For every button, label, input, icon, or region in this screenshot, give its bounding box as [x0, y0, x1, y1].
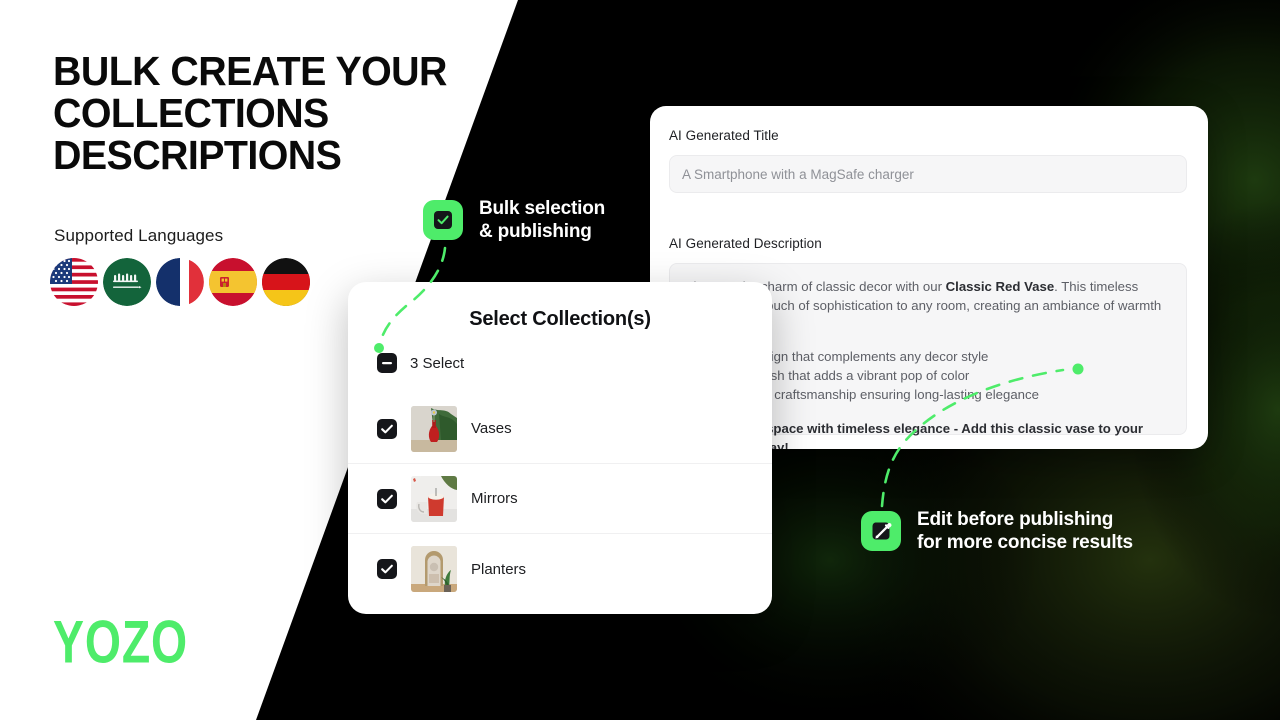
collection-name: Mirrors	[471, 490, 518, 507]
annotation-line-1: Bulk selection	[479, 198, 606, 219]
collection-thumbnail-planters	[411, 546, 457, 592]
annotation-edit-text: Edit before publishing for more concise r…	[917, 508, 1133, 554]
promo-banner: BULK CREATE YOUR COLLECTIONS DESCRIPTION…	[0, 0, 1280, 720]
list-item[interactable]: Vases	[348, 394, 772, 464]
annotation-bulk-selection: Bulk selection & publishing	[423, 197, 605, 243]
select-all-label: 3 Select	[410, 354, 465, 372]
headline-line-2: COLLECTIONS	[53, 90, 329, 136]
edit-pencil-icon	[861, 511, 901, 551]
checkbox-icon	[423, 200, 463, 240]
collection-thumbnail-vases	[411, 405, 457, 452]
select-collections-card: Select Collection(s) 3 Select Vases Mirr…	[348, 282, 772, 614]
flag-germany-icon	[262, 258, 310, 306]
supported-language-flags	[50, 258, 310, 306]
supported-languages-label: Supported Languages	[54, 226, 224, 245]
row-checkbox-checked-icon[interactable]	[377, 559, 397, 579]
ai-description-label: AI Generated Description	[669, 236, 822, 251]
annotation-bulk-selection-text: Bulk selection & publishing	[479, 197, 605, 243]
flag-saudi-arabia-icon	[103, 258, 151, 306]
row-checkbox-checked-icon[interactable]	[377, 418, 397, 439]
flag-united-states-icon	[50, 258, 98, 306]
flag-spain-icon	[209, 258, 257, 306]
collection-name: Vases	[471, 420, 512, 437]
headline-line-3: DESCRIPTIONS	[53, 132, 342, 178]
yozo-logo: YOZO	[53, 608, 189, 676]
collection-thumbnail-mirrors	[411, 475, 457, 522]
ai-title-value: A Smartphone with a MagSafe charger	[682, 166, 914, 182]
collection-name: Planters	[471, 560, 527, 578]
ai-title-label: AI Generated Title	[669, 128, 779, 143]
select-all-row[interactable]: 3 Select	[377, 353, 464, 373]
select-all-checkbox-indeterminate-icon[interactable]	[377, 353, 397, 373]
row-checkbox-checked-icon[interactable]	[377, 488, 397, 509]
list-item[interactable]: Planters	[348, 534, 772, 604]
ai-title-input[interactable]: A Smartphone with a MagSafe charger	[669, 155, 1187, 193]
page-title: BULK CREATE YOUR COLLECTIONS DESCRIPTION…	[53, 50, 466, 176]
flag-france-icon	[156, 258, 204, 306]
list-item[interactable]: Mirrors	[348, 464, 772, 534]
annotation-line-2: for more concise results	[917, 532, 1133, 553]
select-collections-title: Select Collection(s)	[469, 308, 651, 330]
annotation-line-2: & publishing	[479, 221, 592, 242]
headline-line-1: BULK CREATE YOUR	[53, 48, 447, 94]
annotation-line-1: Edit before publishing	[917, 509, 1114, 530]
collection-list: Vases Mirrors Planters	[348, 394, 772, 604]
annotation-edit-before-publishing: Edit before publishing for more concise r…	[861, 508, 1133, 554]
ai-description-product-name: Classic Red Vase	[945, 279, 1055, 294]
